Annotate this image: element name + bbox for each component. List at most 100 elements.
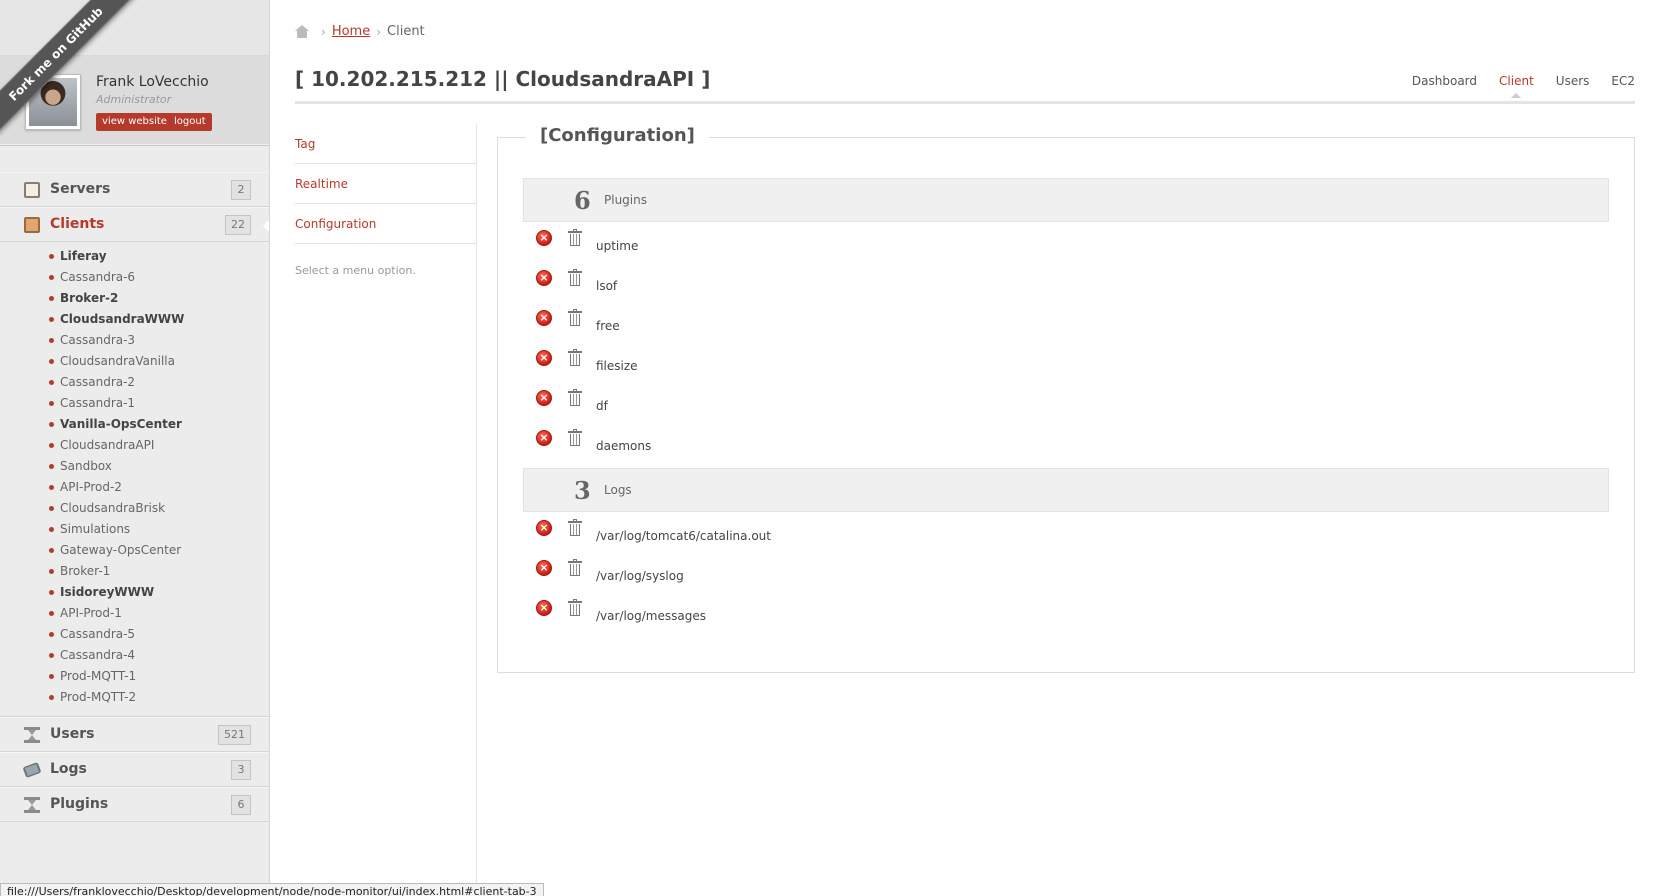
submenu-hint: Select a menu option. bbox=[295, 264, 416, 277]
plugins-item-label: free bbox=[596, 319, 620, 333]
submenu-item-realtime[interactable]: Realtime bbox=[295, 164, 477, 204]
count-badge: 2 bbox=[231, 180, 251, 200]
page-title: [ 10.202.215.212 || CloudsandraAPI ] bbox=[295, 67, 711, 91]
remove-icon[interactable]: × bbox=[536, 560, 552, 576]
client-list-item[interactable]: Cassandra-2 bbox=[0, 372, 269, 393]
client-list-item[interactable]: Vanilla-OpsCenter bbox=[0, 414, 269, 435]
sidebar-item-servers[interactable]: Servers 2 bbox=[0, 172, 269, 207]
profile-name: Frank LoVecchio bbox=[96, 74, 209, 90]
chevron-right-icon: › bbox=[376, 24, 382, 39]
client-list-item[interactable]: Prod-MQTT-1 bbox=[0, 666, 269, 687]
profile-role: Administrator bbox=[96, 93, 172, 106]
plugins-item-label: df bbox=[596, 399, 608, 413]
content-divider bbox=[476, 124, 477, 896]
servers-icon bbox=[24, 182, 40, 198]
client-list-item[interactable]: IsidoreyWWW bbox=[0, 582, 269, 603]
tab-ec2[interactable]: EC2 bbox=[1611, 74, 1635, 88]
client-list-item[interactable]: Cassandra-3 bbox=[0, 330, 269, 351]
trash-icon[interactable] bbox=[568, 349, 582, 366]
clients-icon bbox=[24, 217, 40, 233]
client-list-item[interactable]: Gateway-OpsCenter bbox=[0, 540, 269, 561]
remove-icon[interactable]: × bbox=[536, 430, 552, 446]
users-icon bbox=[24, 727, 40, 743]
count-badge: 6 bbox=[231, 795, 251, 815]
plugins-icon bbox=[24, 797, 40, 813]
client-list-item[interactable]: API-Prod-2 bbox=[0, 477, 269, 498]
count-badge: 3 bbox=[231, 760, 251, 780]
logs-icon bbox=[22, 762, 42, 778]
client-submenu: Tag Realtime Configuration Select a menu o… bbox=[295, 124, 477, 277]
trash-icon[interactable] bbox=[568, 429, 582, 446]
sidebar-nav: Servers 2 Clients 22 Liferay Cassandra-6 B… bbox=[0, 172, 269, 822]
logs-item-label: /var/log/syslog bbox=[596, 569, 684, 583]
home-icon[interactable] bbox=[295, 25, 309, 38]
client-list-item[interactable]: Prod-MQTT-2 bbox=[0, 687, 269, 708]
tab-users[interactable]: Users bbox=[1556, 74, 1590, 88]
logs-group-label: Logs bbox=[604, 483, 632, 497]
remove-icon[interactable]: × bbox=[536, 600, 552, 616]
sidebar-item-label: Logs bbox=[50, 761, 87, 777]
client-list-item[interactable]: Broker-2 bbox=[0, 288, 269, 309]
client-list-item[interactable]: Cassandra-4 bbox=[0, 645, 269, 666]
configuration-panel: [Configuration] 6 Plugins 3 Logs × uptime… bbox=[497, 125, 1635, 673]
trash-icon[interactable] bbox=[568, 599, 582, 616]
client-list-item[interactable]: CloudsandraBrisk bbox=[0, 498, 269, 519]
remove-icon[interactable]: × bbox=[536, 310, 552, 326]
plugins-group-label: Plugins bbox=[604, 193, 647, 207]
trash-icon[interactable] bbox=[568, 389, 582, 406]
configuration-legend: [Configuration] bbox=[526, 125, 709, 146]
client-list-item[interactable]: API-Prod-1 bbox=[0, 603, 269, 624]
client-list-item[interactable]: Sandbox bbox=[0, 456, 269, 477]
trash-icon[interactable] bbox=[568, 559, 582, 576]
client-list-item[interactable]: CloudsandraWWW bbox=[0, 309, 269, 330]
breadcrumb: › Home › Client bbox=[295, 24, 425, 39]
tab-dashboard[interactable]: Dashboard bbox=[1412, 74, 1477, 88]
sidebar-top-strip bbox=[0, 0, 269, 56]
remove-icon[interactable]: × bbox=[536, 350, 552, 366]
remove-icon[interactable]: × bbox=[536, 520, 552, 536]
plugins-item-label: uptime bbox=[596, 239, 639, 253]
plugins-item-label: filesize bbox=[596, 359, 638, 373]
sidebar-item-clients[interactable]: Clients 22 bbox=[0, 207, 269, 242]
plugins-item-label: daemons bbox=[596, 439, 652, 453]
client-list-item[interactable]: Simulations bbox=[0, 519, 269, 540]
remove-icon[interactable]: × bbox=[536, 230, 552, 246]
trash-icon[interactable] bbox=[568, 519, 582, 536]
trash-icon[interactable] bbox=[568, 229, 582, 246]
client-list-item[interactable]: Broker-1 bbox=[0, 561, 269, 582]
breadcrumb-home-link[interactable]: Home bbox=[332, 24, 370, 39]
sidebar-item-plugins[interactable]: Plugins 6 bbox=[0, 787, 269, 822]
status-bar-url: file:///Users/franklovecchio/Desktop/dev… bbox=[0, 883, 544, 896]
title-divider bbox=[295, 101, 1635, 104]
sidebar-item-label: Users bbox=[50, 726, 95, 742]
count-badge: 22 bbox=[225, 215, 251, 235]
logs-item-label: /var/log/tomcat6/catalina.out bbox=[596, 529, 771, 543]
client-list-item[interactable]: CloudsandraAPI bbox=[0, 435, 269, 456]
submenu-item-configuration[interactable]: Configuration bbox=[295, 204, 477, 244]
plugins-count: 6 bbox=[574, 186, 591, 215]
sidebar: Frank LoVecchio Administrator view websi… bbox=[0, 0, 270, 896]
logs-group-header: 3 Logs bbox=[523, 468, 1609, 512]
remove-icon[interactable]: × bbox=[536, 390, 552, 406]
view-website-button[interactable]: view website bbox=[96, 113, 173, 131]
count-badge: 521 bbox=[218, 725, 251, 745]
client-list-item[interactable]: CloudsandraVanilla bbox=[0, 351, 269, 372]
remove-icon[interactable]: × bbox=[536, 270, 552, 286]
client-list-item[interactable]: Liferay bbox=[0, 246, 269, 267]
logs-count: 3 bbox=[574, 476, 591, 505]
client-list-item[interactable]: Cassandra-1 bbox=[0, 393, 269, 414]
tab-client[interactable]: Client bbox=[1499, 74, 1534, 98]
plugins-item-label: lsof bbox=[596, 279, 618, 293]
breadcrumb-current: Client bbox=[387, 24, 425, 39]
submenu-item-tag[interactable]: Tag bbox=[295, 124, 477, 164]
client-list-item[interactable]: Cassandra-6 bbox=[0, 267, 269, 288]
logout-button[interactable]: logout bbox=[168, 113, 212, 131]
trash-icon[interactable] bbox=[568, 309, 582, 326]
trash-icon[interactable] bbox=[568, 269, 582, 286]
sidebar-item-users[interactable]: Users 521 bbox=[0, 717, 269, 752]
sidebar-item-label: Plugins bbox=[50, 796, 109, 812]
sidebar-item-label: Servers bbox=[50, 181, 111, 197]
sidebar-item-logs[interactable]: Logs 3 bbox=[0, 752, 269, 787]
chevron-right-icon: › bbox=[321, 24, 326, 39]
client-list-item[interactable]: Cassandra-5 bbox=[0, 624, 269, 645]
